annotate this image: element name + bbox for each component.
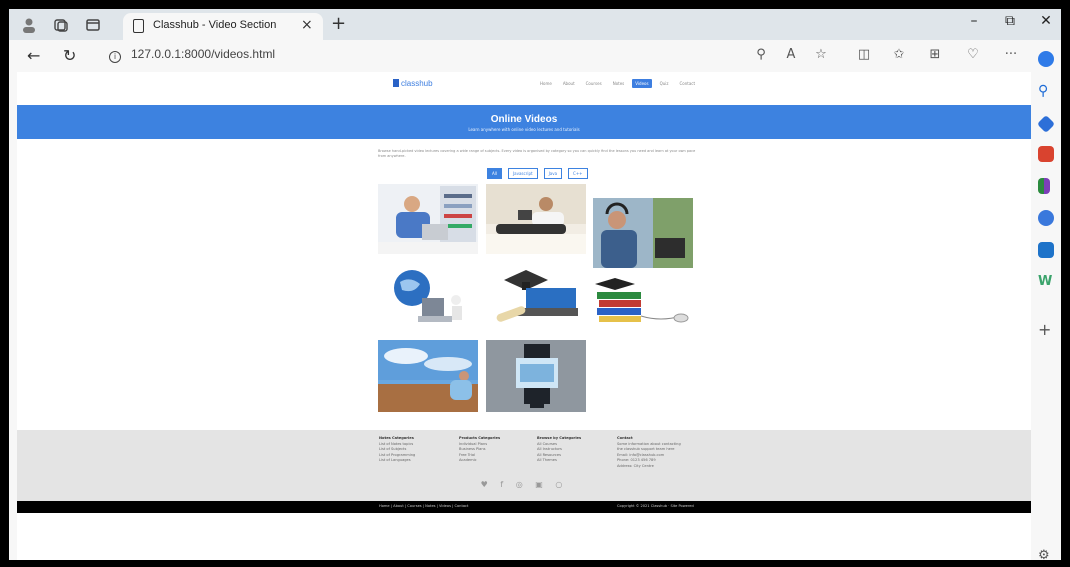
zoom-icon[interactable]: ⚲: [751, 47, 771, 62]
footer-column: Products Categories Individual Plans Bus…: [459, 436, 500, 464]
bottom-bar: Home | About | Courses | Notes | Videos …: [17, 501, 1031, 513]
video-thumbnail[interactable]: [378, 184, 478, 254]
tab-actions-icon[interactable]: [85, 17, 101, 33]
copilot-icon[interactable]: [1038, 51, 1054, 67]
workspaces-icon[interactable]: [53, 17, 69, 33]
restore-button[interactable]: ⧉: [995, 13, 1025, 29]
filter-all[interactable]: All: [487, 168, 502, 179]
url-field[interactable]: i 127.0.0.1:8000/videos.html: [109, 47, 275, 63]
footer-column: Notes Categories List of Notes topics Li…: [379, 436, 415, 464]
video-thumbnail[interactable]: [486, 262, 586, 332]
sidebar-settings-icon[interactable]: ⚙: [1038, 548, 1054, 560]
nav-notes[interactable]: Notes: [610, 79, 628, 88]
tab-close-button[interactable]: ×: [301, 17, 313, 33]
address-bar: ← ↻ i 127.0.0.1:8000/videos.html ⚲ A ☆ ◫ …: [9, 40, 1061, 72]
video-filters: All Javascript Java C++: [487, 168, 588, 179]
favorite-star-icon[interactable]: ☆: [811, 47, 831, 62]
extension-icon[interactable]: ♡: [963, 47, 983, 62]
games-icon[interactable]: [1038, 178, 1050, 194]
microsoft-365-icon[interactable]: [1038, 210, 1054, 226]
nav-courses[interactable]: Courses: [583, 79, 605, 88]
footer-column: Contact Some information about contactin…: [617, 436, 681, 469]
split-screen-icon[interactable]: ◫: [854, 47, 874, 62]
social-icons[interactable]: ♥ f ◎ ▣ ○: [17, 480, 1031, 489]
copyright-text: Copyright © 2021 Classhub · Site Powered: [617, 504, 694, 508]
tools-icon[interactable]: [1038, 146, 1054, 162]
page-icon: [133, 19, 144, 33]
page-banner: Online Videos Learn anywhere with online…: [17, 105, 1031, 139]
filter-cpp[interactable]: C++: [568, 168, 588, 179]
nav-quiz[interactable]: Quiz: [657, 79, 672, 88]
video-thumbnail[interactable]: [378, 262, 478, 332]
new-tab-button[interactable]: +: [331, 13, 346, 34]
outlook-icon[interactable]: [1038, 242, 1054, 258]
footer-text: Address: City Centre: [617, 463, 654, 468]
add-sidebar-icon[interactable]: +: [1038, 320, 1054, 339]
video-thumbnail[interactable]: [486, 184, 586, 254]
nav-contact[interactable]: Contact: [676, 79, 698, 88]
intro-text: Browse hand-picked video lectures coveri…: [378, 149, 696, 158]
banner-subtitle: Learn anywhere with online video lecture…: [468, 127, 580, 132]
favorites-icon[interactable]: ✩: [889, 47, 909, 62]
drop-icon[interactable]: W: [1038, 274, 1054, 290]
filter-javascript[interactable]: Javascript: [507, 168, 538, 179]
shopping-tag-icon[interactable]: [1036, 114, 1056, 134]
site-navbar: classhub Home About Courses Notes Videos…: [17, 72, 1031, 97]
refresh-icon[interactable]: ↻: [63, 46, 76, 65]
collections-icon[interactable]: ⊞: [925, 47, 945, 62]
site-logo[interactable]: classhub: [393, 79, 433, 88]
browser-window: Classhub - Video Section × + – ⧉ ✕ ← ↻ i…: [9, 9, 1061, 560]
search-icon[interactable]: ⚲: [1038, 83, 1054, 99]
video-thumbnail[interactable]: [378, 340, 478, 412]
read-aloud-icon[interactable]: A: [781, 47, 801, 62]
nav-videos[interactable]: Videos: [632, 79, 652, 88]
close-window-button[interactable]: ✕: [1031, 13, 1061, 29]
nav-about[interactable]: About: [560, 79, 578, 88]
footer-text: the classhub support team here: [617, 447, 675, 451]
footer-heading: Browse by Categories: [537, 436, 582, 440]
footer-link[interactable]: All Themes: [537, 458, 581, 464]
profile-icon[interactable]: [21, 17, 37, 33]
video-thumbnail[interactable]: [593, 276, 693, 332]
site-nav-links: Home About Courses Notes Videos Quiz Con…: [537, 79, 698, 88]
more-menu-icon[interactable]: ···: [1001, 47, 1021, 62]
active-tab[interactable]: Classhub - Video Section ×: [123, 13, 323, 40]
footer-link[interactable]: List of Languages: [379, 458, 415, 464]
video-thumbnail[interactable]: [486, 340, 586, 412]
footer-heading: Products Categories: [459, 436, 501, 440]
url-text: 127.0.0.1:8000/videos.html: [131, 47, 276, 61]
banner-title: Online Videos: [490, 114, 558, 125]
bottom-links[interactable]: Home | About | Courses | Notes | Videos …: [379, 504, 468, 508]
back-icon[interactable]: ←: [27, 46, 40, 65]
edge-sidebar: ⚲ W + ⚙: [1031, 40, 1061, 560]
site-info-icon[interactable]: i: [109, 51, 121, 63]
video-thumbnail[interactable]: [593, 198, 693, 268]
filter-java[interactable]: Java: [543, 168, 563, 179]
page-viewport: classhub Home About Courses Notes Videos…: [17, 72, 1031, 560]
site-footer: Notes Categories List of Notes topics Li…: [17, 430, 1031, 503]
tab-bar: Classhub - Video Section × + – ⧉ ✕: [9, 9, 1061, 40]
footer-column: Browse by Categories All Courses All Ins…: [537, 436, 581, 464]
minimize-button[interactable]: –: [959, 13, 989, 29]
tab-title: Classhub - Video Section: [153, 19, 277, 31]
footer-heading: Notes Categories: [379, 436, 414, 440]
nav-home[interactable]: Home: [537, 79, 555, 88]
footer-link[interactable]: Academic: [459, 458, 500, 464]
